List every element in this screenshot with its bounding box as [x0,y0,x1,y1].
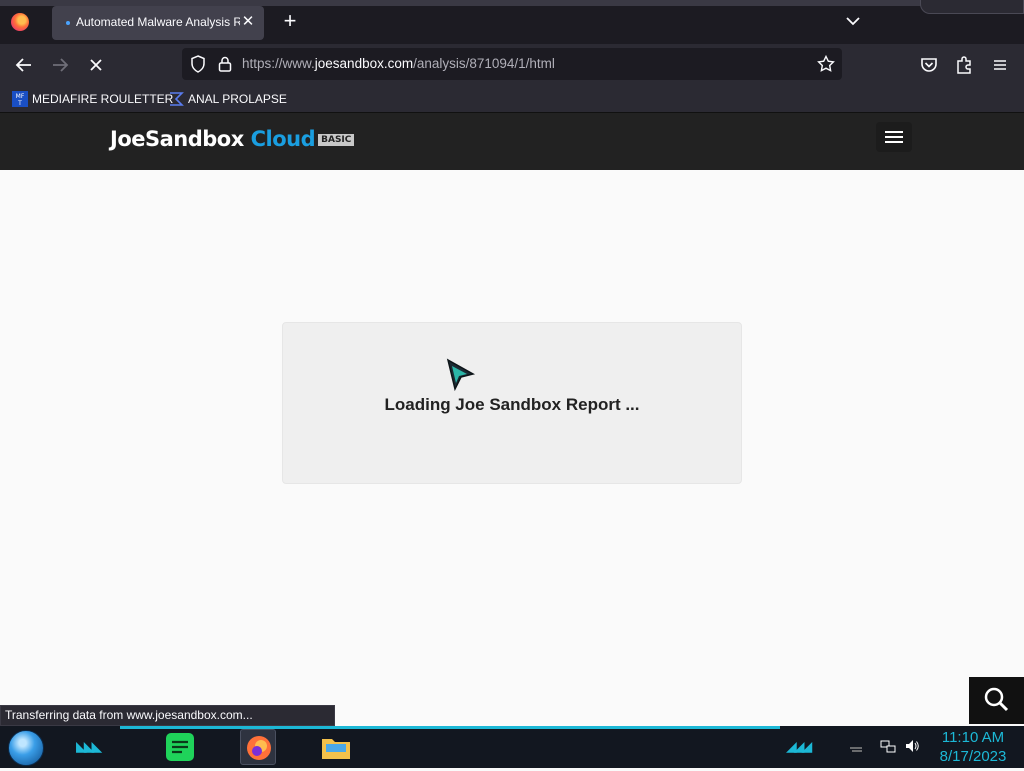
clock-time: 11:10 AM [941,729,1005,746]
url-text[interactable]: https://www.joesandbox.com/analysis/8710… [242,56,555,71]
url-host: joesandbox.com [314,56,414,71]
tab-active[interactable]: Automated Malware Analysis R ✕ [52,6,264,40]
url-scheme: https://www. [242,56,315,71]
firefox-icon[interactable] [11,13,29,31]
decorative-chevrons-icon: ◣◣◣ [76,738,102,754]
menu-bar-line [885,141,903,143]
app-menu-button[interactable] [987,53,1013,77]
svg-text:T: T [17,100,22,107]
sigma-icon [168,91,184,107]
back-button[interactable] [11,53,37,77]
close-tab-icon[interactable]: ✕ [238,12,258,32]
network-icon[interactable] [880,738,896,754]
status-panel: Transferring data from www.joesandbox.co… [0,705,335,726]
notes-app-icon [166,733,194,761]
bookmark-label: MEDIAFIRE ROULETTER [32,92,174,106]
tray-overflow-icon[interactable] [848,738,864,754]
folder-icon [322,739,350,759]
close-icon [90,59,102,71]
site-header: JoeSandbox Cloud BASIC [0,112,1024,170]
mediafire-icon: MF T [12,91,28,107]
extensions-button[interactable] [951,53,977,77]
lock-icon[interactable] [215,54,235,74]
search-icon [984,687,1009,712]
puzzle-icon [957,56,971,74]
loading-message: Loading Joe Sandbox Report ... [384,395,640,414]
mouse-cursor-icon [446,358,476,392]
stop-loading-button[interactable] [83,53,109,77]
url-path: /analysis/871094/1/html [413,56,555,71]
navigation-toolbar: https://www.joesandbox.com/analysis/8710… [0,44,1024,86]
taskbar-app-firefox[interactable] [240,729,276,765]
list-all-tabs-button[interactable] [843,11,863,31]
volume-icon[interactable] [904,738,920,754]
shield-icon[interactable] [188,54,208,74]
tab-bar: Automated Malware Analysis R ✕ + [0,0,1024,44]
pocket-button[interactable] [916,53,942,77]
hamburger-menu-icon [994,60,1006,70]
logo-edition-badge: BASIC [318,134,355,146]
joe-sandbox-logo[interactable]: JoeSandbox Cloud BASIC [110,127,355,157]
logo-joe: Joe [110,127,145,151]
menu-bar-line [885,131,903,133]
loading-panel: Loading Joe Sandbox Report ... [282,322,742,484]
taskbar-app-file-explorer[interactable] [318,729,354,765]
svg-text:MF: MF [16,93,25,100]
bookmarks-toolbar: MF T MEDIAFIRE ROULETTER ANAL PROLAPSE [0,86,1024,112]
address-bar[interactable]: https://www.joesandbox.com/analysis/8710… [182,48,842,80]
desktop-search-button[interactable] [969,677,1024,724]
chevron-down-icon [846,17,860,26]
loading-dot-icon [66,21,70,25]
system-clock[interactable]: 11:10 AM 8/17/2023 [924,728,1022,766]
logo-cloud: Cloud [250,127,316,151]
forward-button[interactable] [47,53,73,77]
firefox-icon [247,736,271,760]
bookmark-star-icon[interactable] [816,54,836,74]
clock-date: 8/17/2023 [939,748,1007,765]
taskbar-app-notes[interactable] [162,729,198,765]
menu-bar-line [885,136,903,138]
arrow-left-icon [15,58,31,72]
new-tab-button[interactable]: + [278,10,302,34]
decorative-chevrons-icon: ◢◢◢ [786,738,812,754]
window-frame-corner [920,0,1024,14]
pocket-icon [921,58,937,72]
taskbar-accent-line [120,726,780,729]
tab-title: Automated Malware Analysis R [76,15,240,29]
arrow-right-icon [53,58,69,72]
taskbar: ◣◣◣ ◢◢◢ 11:10 AM 8/17/2023 [0,726,1024,768]
logo-sandbox: Sandbox [144,127,244,151]
start-button[interactable] [8,730,44,766]
bookmark-label: ANAL PROLAPSE [188,92,287,106]
site-menu-button[interactable] [876,122,912,152]
